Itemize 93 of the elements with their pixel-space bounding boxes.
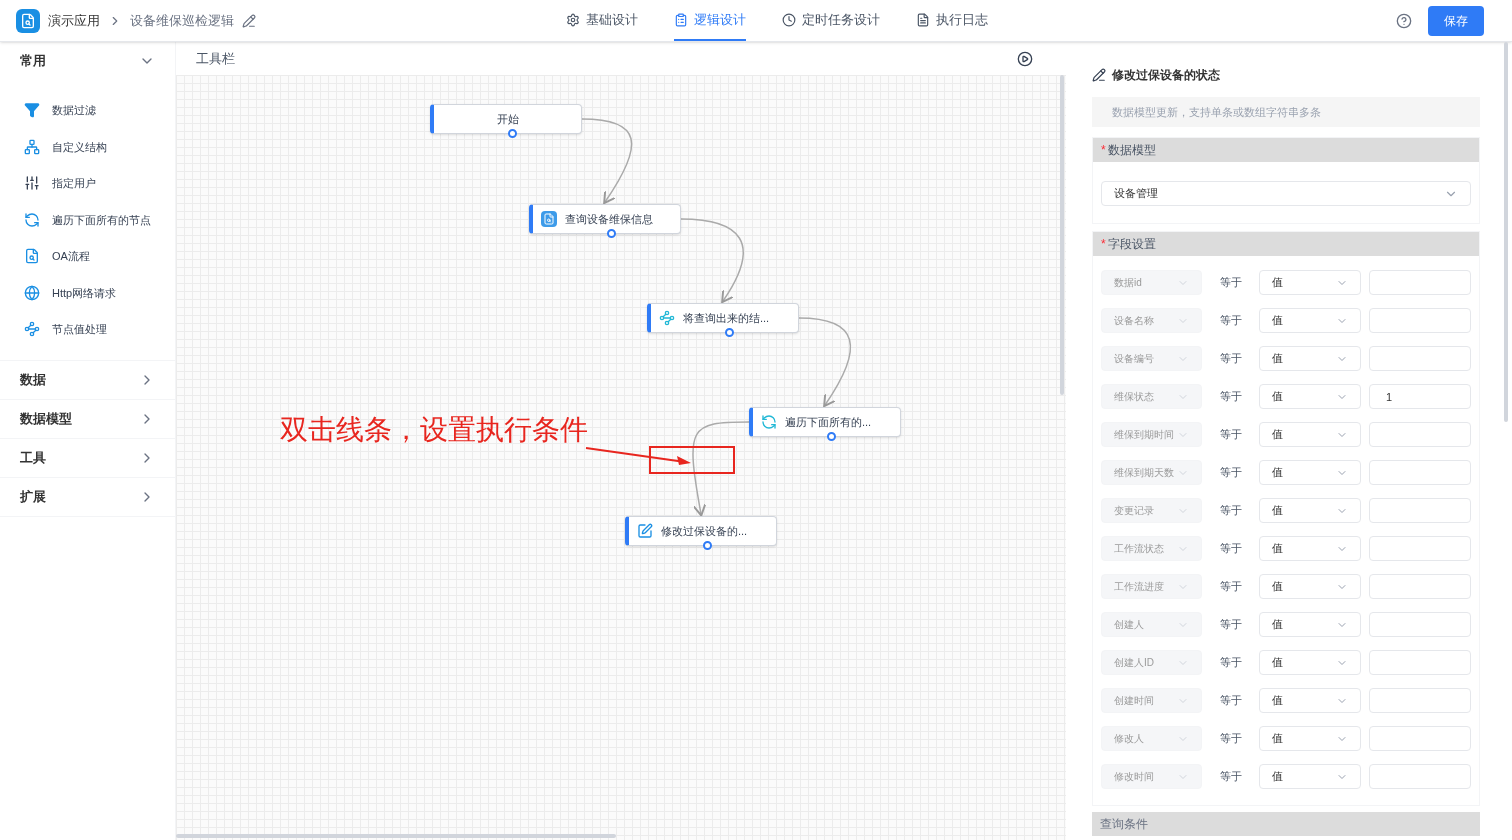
operator-label: 等于 <box>1218 351 1243 367</box>
filter-icon <box>24 102 40 119</box>
edit-icon <box>1092 68 1106 82</box>
operator-label: 等于 <box>1218 541 1243 557</box>
tab[interactable]: 定时任务设计 <box>782 0 880 41</box>
section-title: 字段设置 <box>1107 236 1156 253</box>
search-icon <box>541 211 557 227</box>
play-icon[interactable] <box>1017 50 1033 67</box>
value-input[interactable] <box>1369 308 1471 333</box>
node-label: 将查询出来的结... <box>683 310 770 326</box>
clock-icon <box>782 12 796 27</box>
value-input[interactable] <box>1369 688 1471 713</box>
app-name[interactable]: 演示应用 <box>48 10 100 31</box>
connector-arrow[interactable] <box>798 317 852 408</box>
sidebar-item[interactable]: 数据过滤 <box>0 92 175 129</box>
model-select[interactable]: 设备管理 <box>1101 181 1471 206</box>
node-label: 修改过保设备的... <box>661 523 748 539</box>
operator-label: 等于 <box>1218 769 1243 785</box>
port-icon[interactable] <box>724 328 734 337</box>
save-button[interactable]: 保存 <box>1428 5 1484 36</box>
connector-arrow[interactable] <box>692 421 750 517</box>
sidebar-section-header[interactable]: 工具 <box>0 438 175 477</box>
operator-label: 等于 <box>1218 465 1243 481</box>
section-header: 查询条件 <box>1092 812 1480 836</box>
toolbar-label: 工具栏 <box>196 49 235 68</box>
connector-arrow[interactable] <box>581 118 633 205</box>
cycle-icon <box>761 414 777 430</box>
help-icon[interactable] <box>1396 12 1412 29</box>
value-input[interactable] <box>1369 764 1471 789</box>
tab[interactable]: 逻辑设计 <box>674 0 746 41</box>
node-label: 开始 <box>496 111 519 127</box>
operator-label: 等于 <box>1218 313 1243 329</box>
sidebar-section-header[interactable]: 常用 <box>0 42 175 80</box>
value-input[interactable] <box>1369 498 1471 523</box>
value-input[interactable] <box>1369 536 1471 561</box>
globe-icon <box>24 284 40 301</box>
clipboard-icon <box>674 12 688 27</box>
sidebar-item[interactable]: Http网络请求 <box>0 274 175 311</box>
required-mark: * <box>1101 142 1106 159</box>
document-icon <box>24 248 40 265</box>
node-label: 查询设备维保信息 <box>565 211 653 227</box>
operator-label: 等于 <box>1218 427 1243 443</box>
gear-icon <box>566 12 580 27</box>
nodes-icon <box>659 310 675 326</box>
sidebar-item[interactable]: 指定用户 <box>0 165 175 202</box>
value-input[interactable] <box>1369 460 1471 485</box>
node-label: 遍历下面所有的... <box>785 414 872 430</box>
app-logo-icon <box>16 8 40 33</box>
panel-scrollbar[interactable] <box>1504 42 1508 422</box>
port-icon[interactable] <box>507 129 517 138</box>
required-mark: * <box>1101 236 1106 253</box>
operator-label: 等于 <box>1218 693 1243 709</box>
value-input[interactable] <box>1369 726 1471 751</box>
annotation-text: 双击线条，设置执行条件 <box>280 413 588 447</box>
sidebar-item[interactable]: 节点值处理 <box>0 311 175 348</box>
operator-label: 等于 <box>1218 275 1243 291</box>
cycle-icon <box>24 211 40 228</box>
port-icon[interactable] <box>826 432 836 441</box>
page-title: 设备维保巡检逻辑 <box>130 11 234 30</box>
sidebar-section-header[interactable]: 扩展 <box>0 477 175 516</box>
port-icon[interactable] <box>702 541 712 550</box>
nodes-icon <box>24 321 40 338</box>
sidebar-item[interactable]: OA流程 <box>0 238 175 275</box>
vertical-scrollbar[interactable] <box>1060 75 1064 395</box>
sidebar-section-header[interactable]: 数据 <box>0 360 175 399</box>
port-icon[interactable] <box>606 229 616 238</box>
tab[interactable]: 基础设计 <box>566 0 638 41</box>
operator-label: 等于 <box>1218 731 1243 747</box>
tab[interactable]: 执行日志 <box>916 0 988 41</box>
operator-label: 等于 <box>1218 617 1243 633</box>
operator-label: 等于 <box>1218 655 1243 671</box>
sidebar-item[interactable]: 遍历下面所有的节点 <box>0 201 175 238</box>
value-input[interactable] <box>1369 574 1471 599</box>
value-input[interactable] <box>1369 612 1471 637</box>
document-icon <box>916 12 930 27</box>
horizontal-scrollbar[interactable] <box>176 834 616 838</box>
value-input[interactable] <box>1369 270 1471 295</box>
sliders-icon <box>24 175 40 192</box>
value-input[interactable] <box>1369 650 1471 675</box>
operator-label: 等于 <box>1218 579 1243 595</box>
connector-arrow[interactable] <box>680 218 744 304</box>
operator-label: 等于 <box>1218 389 1243 405</box>
value-input[interactable] <box>1369 346 1471 371</box>
value-input[interactable] <box>1369 422 1471 447</box>
section-title: 数据模型 <box>1107 142 1156 159</box>
edit-icon[interactable] <box>242 13 256 28</box>
sidebar-item[interactable]: 自定义结构 <box>0 128 175 165</box>
panel-title: 修改过保设备的状态 <box>1112 67 1220 84</box>
description-note: 数据模型更新，支持单条或数组字符串多条 <box>1092 97 1480 127</box>
sidebar-section-header[interactable]: 数据模型 <box>0 399 175 438</box>
operator-label: 等于 <box>1218 503 1243 519</box>
edit-icon <box>637 523 653 539</box>
structure-icon <box>24 138 40 155</box>
